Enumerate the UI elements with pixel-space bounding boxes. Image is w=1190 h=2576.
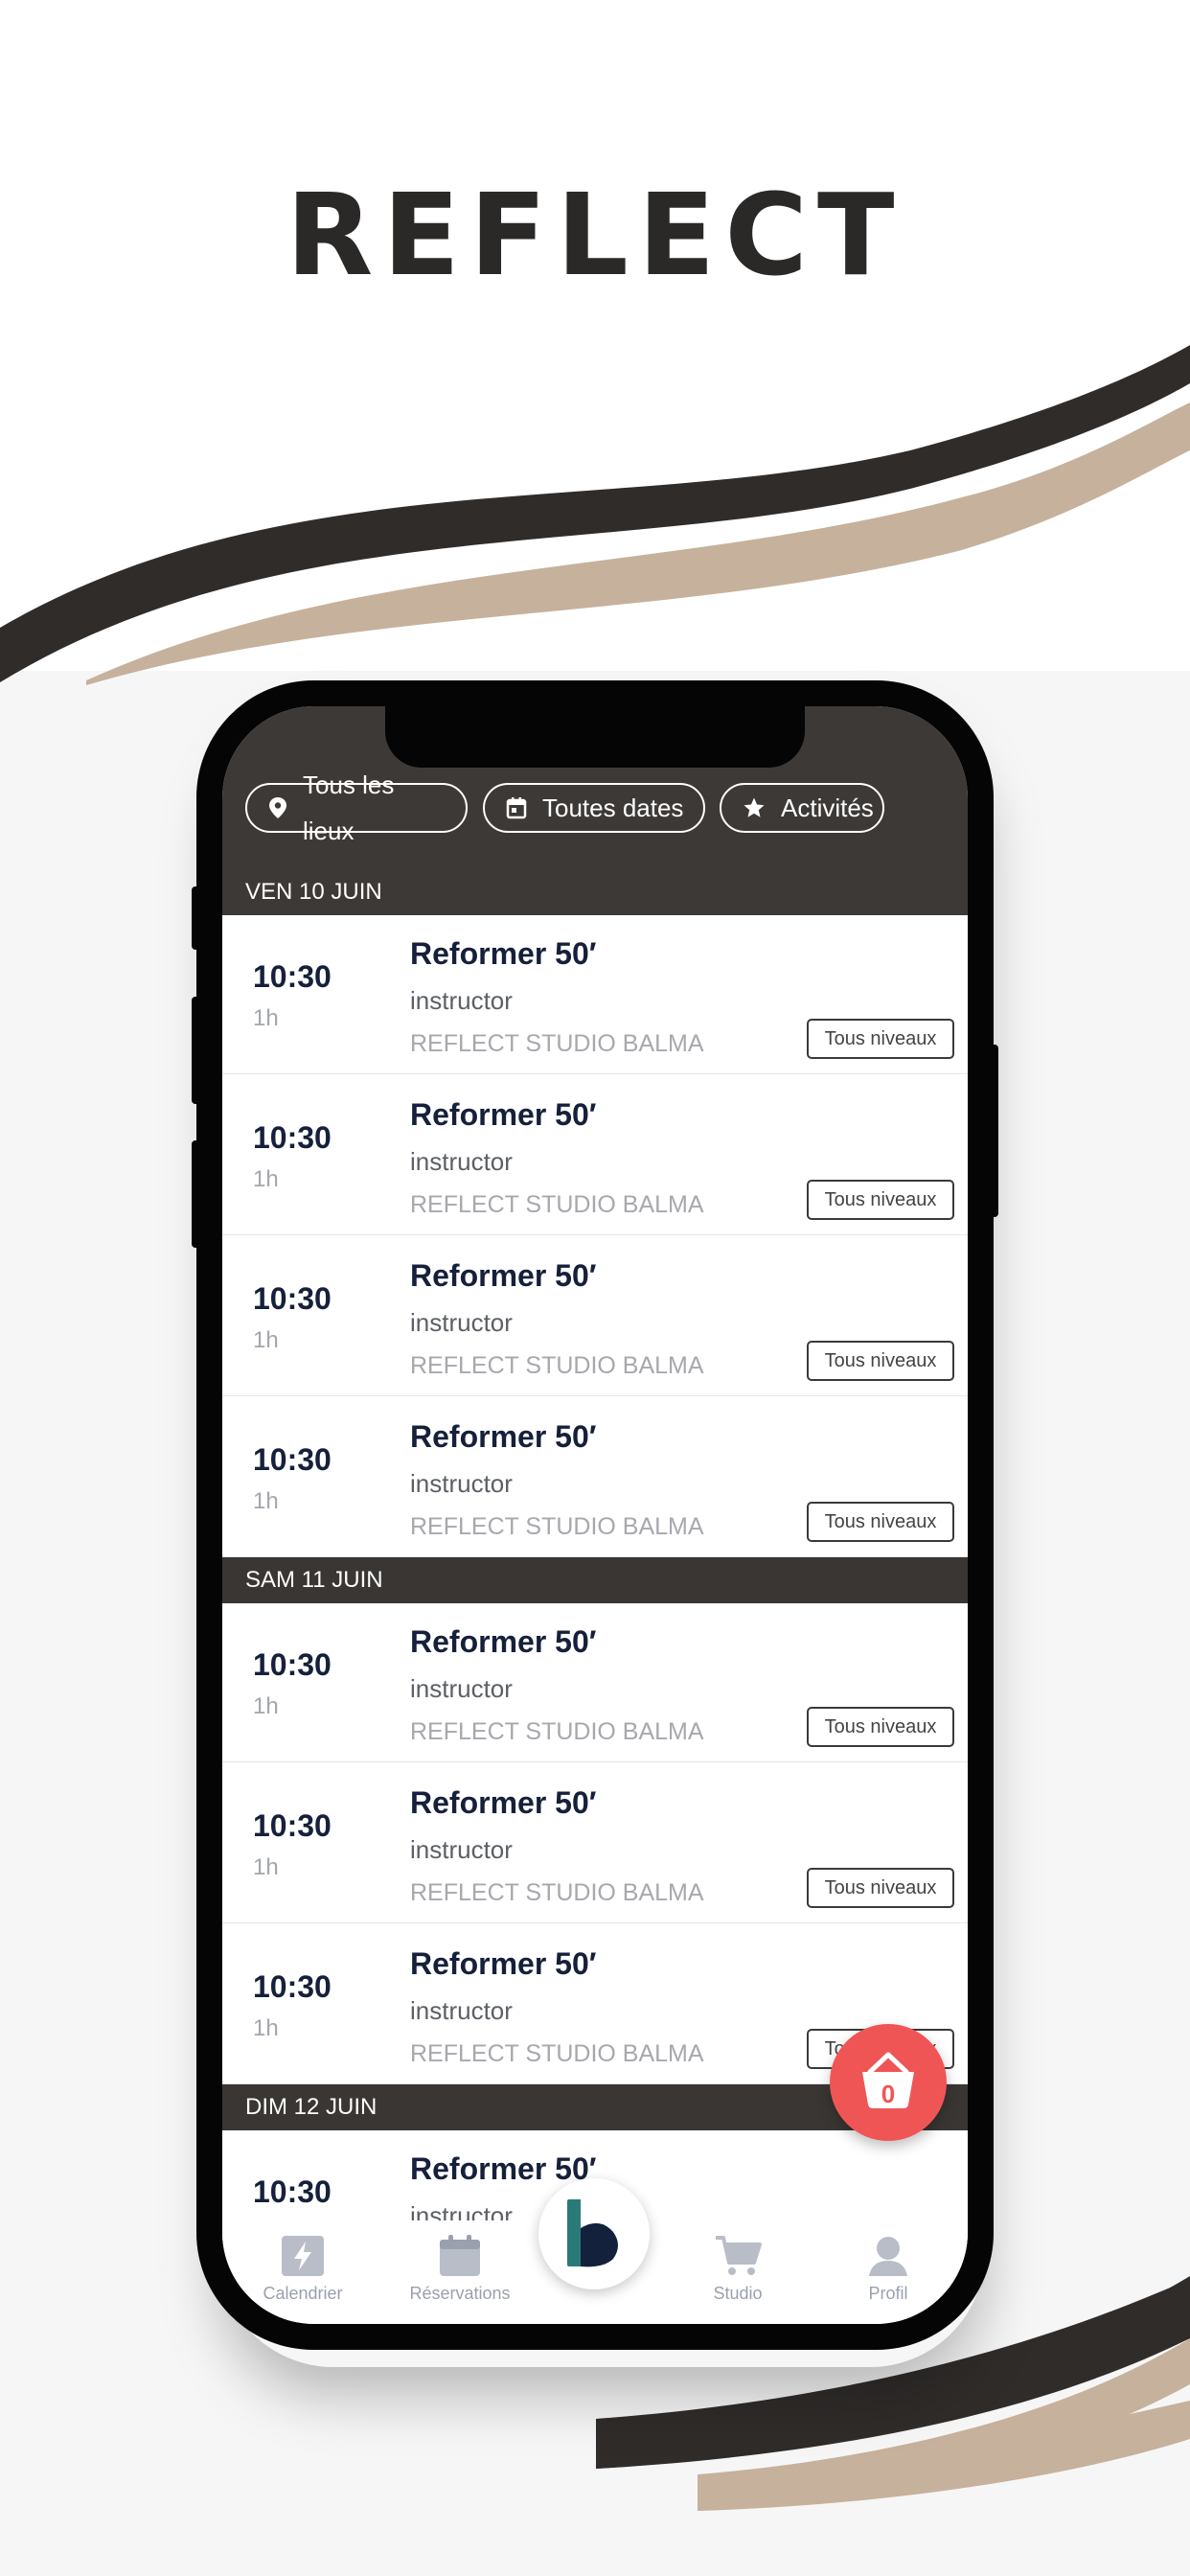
session-title: Reformer 50′ xyxy=(410,1624,597,1659)
session-instructor: instructor xyxy=(410,1835,513,1864)
session-title: Reformer 50′ xyxy=(410,936,597,971)
session-studio: REFLECT STUDIO BALMA xyxy=(410,1030,704,1057)
session-row[interactable]: 10:30 1h Reformer 50′ instructor REFLECT… xyxy=(222,1764,968,1923)
day-header: SAM 11 JUIN xyxy=(222,1557,968,1603)
phone-volume-up xyxy=(192,997,201,1104)
phone-volume-down xyxy=(192,1140,201,1248)
tab-reservations[interactable]: Réservations xyxy=(393,2220,527,2324)
session-row[interactable]: 10:30 1h Reformer 50′ instructor REFLECT… xyxy=(222,915,968,1074)
session-studio: REFLECT STUDIO BALMA xyxy=(410,1879,704,1906)
session-time: 10:30 xyxy=(253,1969,332,2004)
session-studio: REFLECT STUDIO BALMA xyxy=(410,1352,704,1379)
session-time: 10:30 xyxy=(253,1808,332,1843)
phone-notch xyxy=(385,706,805,768)
level-badge: Tous niveaux xyxy=(807,1707,954,1747)
brand-home-button[interactable] xyxy=(538,2178,650,2289)
session-studio: REFLECT STUDIO BALMA xyxy=(410,1513,704,1540)
session-studio: REFLECT STUDIO BALMA xyxy=(410,1718,704,1745)
session-studio: REFLECT STUDIO BALMA xyxy=(410,1191,704,1218)
session-title: Reformer 50′ xyxy=(410,1785,597,1820)
session-duration: 1h xyxy=(253,1327,279,1353)
session-instructor: instructor xyxy=(410,1147,513,1176)
tab-reservations-label: Réservations xyxy=(409,2284,511,2303)
cart-count: 0 xyxy=(881,2080,896,2108)
tab-calendrier[interactable]: Calendrier xyxy=(241,2220,364,2324)
session-instructor: instructor xyxy=(410,1308,513,1337)
session-duration: 1h xyxy=(253,1488,279,1514)
session-title: Reformer 50′ xyxy=(410,1258,597,1293)
lightning-calendar-icon xyxy=(282,2236,324,2276)
session-time: 10:30 xyxy=(253,1120,332,1155)
filter-activities-label: Activités xyxy=(781,794,874,822)
session-row[interactable]: 10:30 1h Reformer 50′ instructor REFLECT… xyxy=(222,1237,968,1396)
day-header: VEN 10 JUIN xyxy=(222,869,968,915)
user-icon xyxy=(869,2237,907,2276)
level-badge: Tous niveaux xyxy=(807,1019,954,1059)
session-title: Reformer 50′ xyxy=(410,1419,597,1454)
level-badge: Tous niveaux xyxy=(807,1341,954,1381)
session-duration: 1h xyxy=(253,1166,279,1192)
session-duration: 1h xyxy=(253,1854,279,1880)
session-row[interactable]: 10:30 1h Reformer 50′ instructor REFLECT… xyxy=(222,1076,968,1235)
session-instructor: instructor xyxy=(410,986,513,1015)
calendar-icon xyxy=(506,797,527,819)
session-time: 10:30 xyxy=(253,2174,332,2209)
level-badge: Tous niveaux xyxy=(807,1502,954,1542)
brand-b-icon xyxy=(567,2199,618,2267)
session-title: Reformer 50′ xyxy=(410,1097,597,1132)
filter-activities-chip[interactable]: Activités xyxy=(720,783,884,833)
level-badge: Tous niveaux xyxy=(807,1868,954,1908)
phone-power-button xyxy=(989,1045,998,1217)
session-instructor: instructor xyxy=(410,1469,513,1498)
filter-location-chip[interactable]: Tous les lieux xyxy=(245,770,468,845)
filter-dates-label: Toutes dates xyxy=(542,794,684,822)
cart-icon xyxy=(716,2236,762,2275)
cart-fab-button[interactable]: 0 xyxy=(830,2024,947,2141)
session-duration: 1h xyxy=(253,1005,279,1031)
session-time: 10:30 xyxy=(253,1281,332,1316)
reflect-logo: REFLECT xyxy=(286,169,904,301)
session-row[interactable]: 10:30 1h Reformer 50′ instructor REFLECT… xyxy=(222,1398,968,1557)
filter-location-label: Tous les lieux xyxy=(303,770,395,845)
session-studio: REFLECT STUDIO BALMA xyxy=(410,2040,704,2067)
session-duration: 1h xyxy=(253,1693,279,1719)
phone-mute-switch xyxy=(192,886,201,950)
bottom-tab-bar: Calendrier Réservations Studio Profil xyxy=(222,2178,968,2324)
tab-profil-label: Profil xyxy=(868,2284,908,2303)
session-instructor: instructor xyxy=(410,1674,513,1703)
session-time: 10:30 xyxy=(253,1442,332,1477)
session-row[interactable]: 10:30 1h Reformer 50′ instructor REFLECT… xyxy=(222,1603,968,1762)
tab-studio[interactable]: Studio xyxy=(680,2220,795,2324)
session-time: 10:30 xyxy=(253,1647,332,1682)
app-screen: Tous les lieux Toutes dates Activités VE… xyxy=(222,706,968,2324)
session-time: 10:30 xyxy=(253,959,332,994)
calendar-icon xyxy=(440,2235,480,2276)
tab-studio-label: Studio xyxy=(713,2284,763,2303)
location-pin-icon xyxy=(269,797,286,818)
session-instructor: instructor xyxy=(410,1996,513,2025)
session-duration: 1h xyxy=(253,2015,279,2041)
tab-profil[interactable]: Profil xyxy=(835,2220,941,2324)
tab-calendrier-label: Calendrier xyxy=(263,2284,343,2303)
level-badge: Tous niveaux xyxy=(807,1180,954,1220)
star-icon xyxy=(744,797,765,817)
filter-dates-chip[interactable]: Toutes dates xyxy=(483,783,705,833)
session-title: Reformer 50′ xyxy=(410,1946,597,1981)
